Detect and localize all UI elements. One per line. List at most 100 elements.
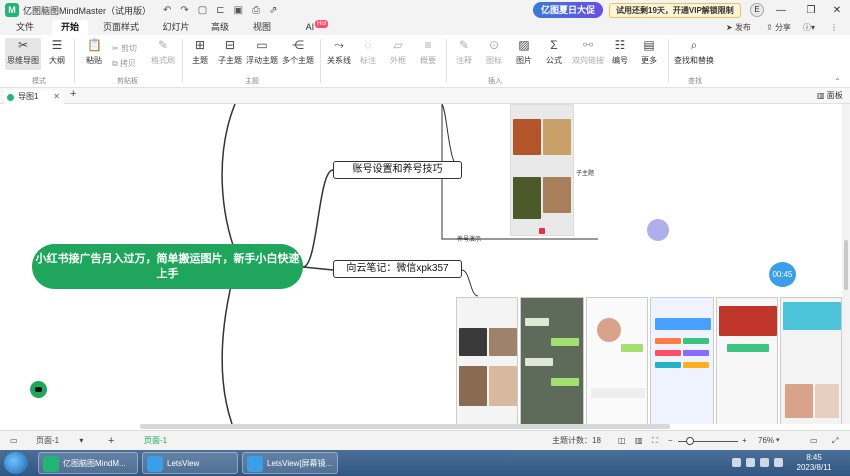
page-select[interactable]: 页面-1 ▾ [36,431,92,451]
tab-home[interactable]: 开始 [52,20,88,35]
trial-notice[interactable]: 试用还剩19天，开通VIP解锁限制 [609,3,741,18]
boundary-button[interactable]: ▱ 外框 [389,38,407,66]
new-file-icon[interactable]: ▢ [198,5,207,16]
add-tab-icon[interactable]: + [70,88,76,100]
tray-icon[interactable] [732,458,741,467]
account-screenshot-image[interactable] [510,104,574,236]
publish-button[interactable]: ➤ 发布 [726,20,751,35]
phone-screenshot-4[interactable] [650,297,714,424]
floating-assistant-button[interactable] [30,381,47,398]
fullscreen-icon[interactable]: ⛶ [652,431,658,451]
undo-icon[interactable]: ↶ [163,5,171,16]
callout-label: 标注 [360,56,376,65]
two-way-link-button[interactable]: ⚯ 双向链接 [571,38,605,66]
start-button[interactable] [4,452,28,474]
close-icon[interactable]: ✕ [826,0,848,20]
minimize-icon[interactable]: — [770,0,792,20]
sub-topic-label: 子主题 [218,56,242,65]
two-way-link-label: 双向链接 [572,56,604,65]
zoom-slider-handle[interactable] [686,437,694,445]
formula-button[interactable]: Σ 公式 [545,38,563,66]
topic-account-settings[interactable]: 账号设置和养号技巧 [333,161,462,179]
volume-icon[interactable] [774,458,783,467]
main-topic-button[interactable]: ⊞ 主题 [190,38,210,66]
save-icon[interactable]: ▣ [234,5,243,16]
relation-line-button[interactable]: ⤳ 关系线 [327,38,351,66]
page-tab[interactable]: 页面-1 [144,431,167,451]
sub-topic-button[interactable]: ⊟ 子主题 [218,38,242,66]
cut-button[interactable]: ✂ 剪切 [112,43,137,54]
topic-contact[interactable]: 向云笔记：微信xpk357 [333,260,462,278]
paste-button[interactable]: 📋 粘贴 [84,38,104,66]
panel-toggle-button[interactable]: ▥ 面板 [817,90,843,101]
boundary-icon: ▱ [393,38,403,52]
phone-screenshot-1[interactable] [456,297,518,424]
demo-label[interactable]: 养号演示 [457,234,481,243]
tab-slides[interactable]: 幻灯片 [158,20,194,35]
horizontal-scroll-thumb[interactable] [140,424,670,429]
redo-icon[interactable]: ↷ [180,5,188,16]
ribbon-divider [668,39,669,83]
zoom-chevron-icon[interactable]: ▾ [776,431,780,451]
document-tab[interactable]: 导图1 ✕ [4,90,64,104]
phone-screenshot-6[interactable] [780,297,842,424]
promo-banner[interactable]: 亿图夏日大促 [533,2,604,18]
tab-advanced[interactable]: 高级 [205,20,235,35]
tab-page-style[interactable]: 页面样式 [98,20,144,35]
format-painter-button[interactable]: ✎ 格式刷 [150,38,176,66]
user-avatar[interactable]: E [750,3,764,17]
open-folder-icon[interactable]: ⊏ [216,5,224,16]
system-clock[interactable]: 8:45 2023/8/11 [790,453,838,473]
phone-screenshot-5[interactable] [716,297,778,424]
zoom-in-icon[interactable]: + [742,431,747,451]
phone-screenshot-2[interactable] [520,297,584,424]
share-button[interactable]: ⇪ 分享 [766,20,791,35]
recording-timer[interactable]: 00:45 [769,262,796,287]
collapse-ribbon-icon[interactable]: ⌃ [834,77,841,86]
mind-map-canvas[interactable]: 小红书接广告月入过万，简单搬运图片，新手小白快速上手 账号设置和养号技巧 向云笔… [0,104,842,424]
page-list-icon[interactable]: ▭ [10,431,18,451]
icon-button[interactable]: ⊙ 图标 [485,38,503,66]
zoom-out-icon[interactable]: − [668,431,673,451]
summary-button[interactable]: ≡ 概要 [419,38,437,66]
presentation-icon[interactable]: ▭ [810,431,818,451]
find-replace-button[interactable]: ⌕ 查找和替换 [674,38,714,66]
tab-file[interactable]: 文件 [10,20,40,35]
expand-icon[interactable]: ⤢ [832,431,838,451]
numbering-button[interactable]: ☷ 编号 [611,38,629,66]
more-button[interactable]: ▤ 更多 [640,38,658,66]
taskbar-letsview[interactable]: LetsView [142,452,238,474]
copy-label: 拷贝 [119,59,136,68]
multi-topic-button[interactable]: ⋲ 多个主题 [282,38,314,66]
central-topic[interactable]: 小红书接广告月入过万，简单搬运图片，新手小白快速上手 [32,244,303,289]
mind-map-mode-button[interactable]: ✂ 思维导图 [5,38,41,70]
float-topic-button[interactable]: ▭ 浮动主题 [246,38,278,66]
close-tab-icon[interactable]: ✕ [53,90,60,104]
image-button[interactable]: ▨ 图片 [515,38,533,66]
thumb-tile [543,177,571,213]
formula-label: 公式 [546,56,562,65]
restore-icon[interactable]: ❐ [800,0,822,20]
phone-screenshot-3[interactable] [586,297,648,424]
tab-view[interactable]: 视图 [247,20,277,35]
thumb-tile [513,119,541,155]
callout-button[interactable]: ◌ 标注 [359,38,377,66]
print-icon[interactable]: ⎙ [252,5,260,16]
zoom-level[interactable]: 76% [758,431,774,451]
export-icon[interactable]: ⇗ [269,5,277,16]
help-button[interactable]: ⓘ▾ [803,20,815,35]
outline-mode-button[interactable]: ☰ 大纲 [46,38,68,66]
network-icon[interactable] [760,458,769,467]
vertical-scroll-thumb[interactable] [844,240,848,290]
add-page-icon[interactable]: + [108,431,114,451]
more-options-icon[interactable]: ⋮ [830,20,838,35]
subtopic-label[interactable]: 子主题 [576,168,594,177]
taskbar-letsview-mirror[interactable]: LetsView[屏幕镜... [242,452,338,474]
tray-icon[interactable] [746,458,755,467]
note-button[interactable]: ✎ 注释 [455,38,473,66]
copy-button[interactable]: ⧉ 拷贝 [112,58,136,69]
taskbar-mindmaster[interactable]: 亿图脑图MindM... [38,452,138,474]
tab-ai[interactable]: AI Hot [300,20,334,35]
fit-width-icon[interactable]: ▥ [635,431,643,451]
fit-page-icon[interactable]: ◫ [618,431,626,451]
